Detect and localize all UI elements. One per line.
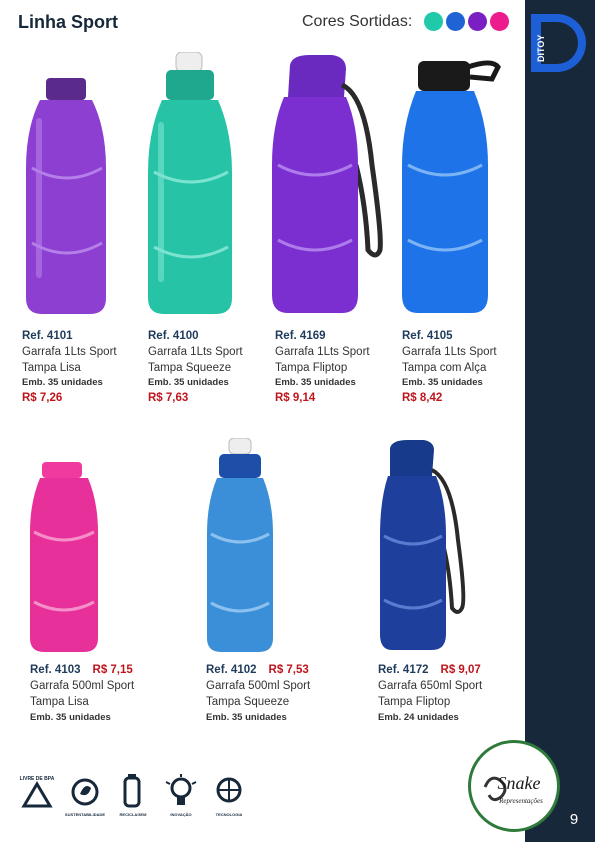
page-title: Linha Sport [18,12,118,32]
product-packaging: Emb. 35 unidades [275,377,356,389]
product-cap: Tampa Lisa [22,362,81,375]
technology-icon: TECNOLOGIA [208,772,250,820]
product-ref: Ref. 4103 [30,664,81,676]
svg-text:DITOY: DITOY [536,35,546,62]
product-image-4101 [22,78,112,318]
product-price: R$ 7,15 [92,664,133,676]
product-price: R$ 7,53 [268,664,309,676]
ditoy-logo: DITOY [531,14,586,72]
innovation-icon: INOVAÇÃO [160,772,202,820]
product-packaging: Emb. 35 unidades [22,377,103,389]
product-info-4105: Ref. 4105 Garrafa 1Lts Sport Tampa com A… [402,328,497,406]
bpa-free-icon: LIVRE DE BPA [16,772,58,820]
snake-representacoes-logo: Snake Representações [468,740,560,832]
product-cap: Tampa Fliptop [275,362,348,375]
sustainability-icon: SUSTENTABILIDADE [64,772,106,820]
badge-subtitle: Representações [498,797,543,805]
product-packaging: Emb. 24 unidades [378,711,459,723]
colors-label: Cores Sortidas: [302,12,413,30]
product-name: Garrafa 1Lts Sport [22,346,117,359]
product-info-4101: Ref. 4101 Garrafa 1Lts Sport Tampa Lisa … [22,328,117,406]
product-cap: Tampa Lisa [30,696,89,709]
product-info-4100: Ref. 4100 Garrafa 1Lts Sport Tampa Squee… [148,328,243,406]
recycling-label: RECICLAGEM [120,812,148,817]
technology-label: TECNOLOGIA [216,812,243,817]
badge-name: Snake [498,773,541,793]
product-ref: Ref. 4102 [206,664,257,676]
product-packaging: Emb. 35 unidades [30,711,111,723]
product-price: R$ 8,42 [402,391,443,404]
product-image-4100 [146,52,236,318]
recycling-icon: RECICLAGEM [112,772,154,820]
product-price: R$ 9,14 [275,391,316,404]
product-name: Garrafa 1Lts Sport [402,346,497,359]
color-swatch-teal [424,12,444,31]
product-packaging: Emb. 35 unidades [206,711,287,723]
product-price: R$ 9,07 [440,664,481,676]
product-cap: Tampa com Alça [402,362,487,375]
color-swatch-blue [446,12,466,31]
product-info-4103: Ref. 4103 R$ 7,15 Garrafa 500ml Sport Tam… [30,662,134,724]
feature-icons: LIVRE DE BPA SUSTENTABILIDADE RECICLAGEM… [16,772,250,820]
sustainability-label: SUSTENTABILIDADE [65,812,105,817]
product-cap: Tampa Squeeze [148,362,232,375]
product-info-4169: Ref. 4169 Garrafa 1Lts Sport Tampa Flipt… [275,328,370,406]
product-price: R$ 7,26 [22,391,63,404]
bpa-free-label: LIVRE DE BPA [20,776,55,782]
product-info-4102: Ref. 4102 R$ 7,53 Garrafa 500ml Sport Tam… [206,662,310,724]
product-name: Garrafa 500ml Sport [30,680,135,693]
product-price: R$ 7,63 [148,391,189,404]
product-cap: Tampa Squeeze [206,696,290,709]
color-swatch-purple [468,12,488,31]
product-image-4169 [270,55,390,317]
product-ref: Ref. 4105 [402,330,453,342]
product-ref: Ref. 4100 [148,330,199,342]
sidebar-band [525,0,595,842]
product-name: Garrafa 500ml Sport [206,680,311,693]
innovation-label: INOVAÇÃO [170,812,191,817]
product-packaging: Emb. 35 unidades [148,377,229,389]
product-image-4172 [378,440,474,652]
product-image-4103 [28,462,100,654]
page-number: 9 [569,811,579,828]
product-ref: Ref. 4101 [22,330,73,342]
product-image-4105 [402,55,512,317]
color-swatch-pink [490,12,510,31]
product-ref: Ref. 4172 [378,664,429,676]
product-ref: Ref. 4169 [275,330,326,342]
product-info-4172: Ref. 4172 R$ 9,07 Garrafa 650ml Sport Tam… [378,662,482,724]
product-name: Garrafa 1Lts Sport [148,346,243,359]
product-name: Garrafa 1Lts Sport [275,346,370,359]
product-cap: Tampa Fliptop [378,696,451,709]
product-name: Garrafa 650ml Sport [378,680,483,693]
product-image-4102 [205,438,275,654]
product-packaging: Emb. 35 unidades [402,377,483,389]
assorted-colors: Cores Sortidas: [302,12,512,31]
